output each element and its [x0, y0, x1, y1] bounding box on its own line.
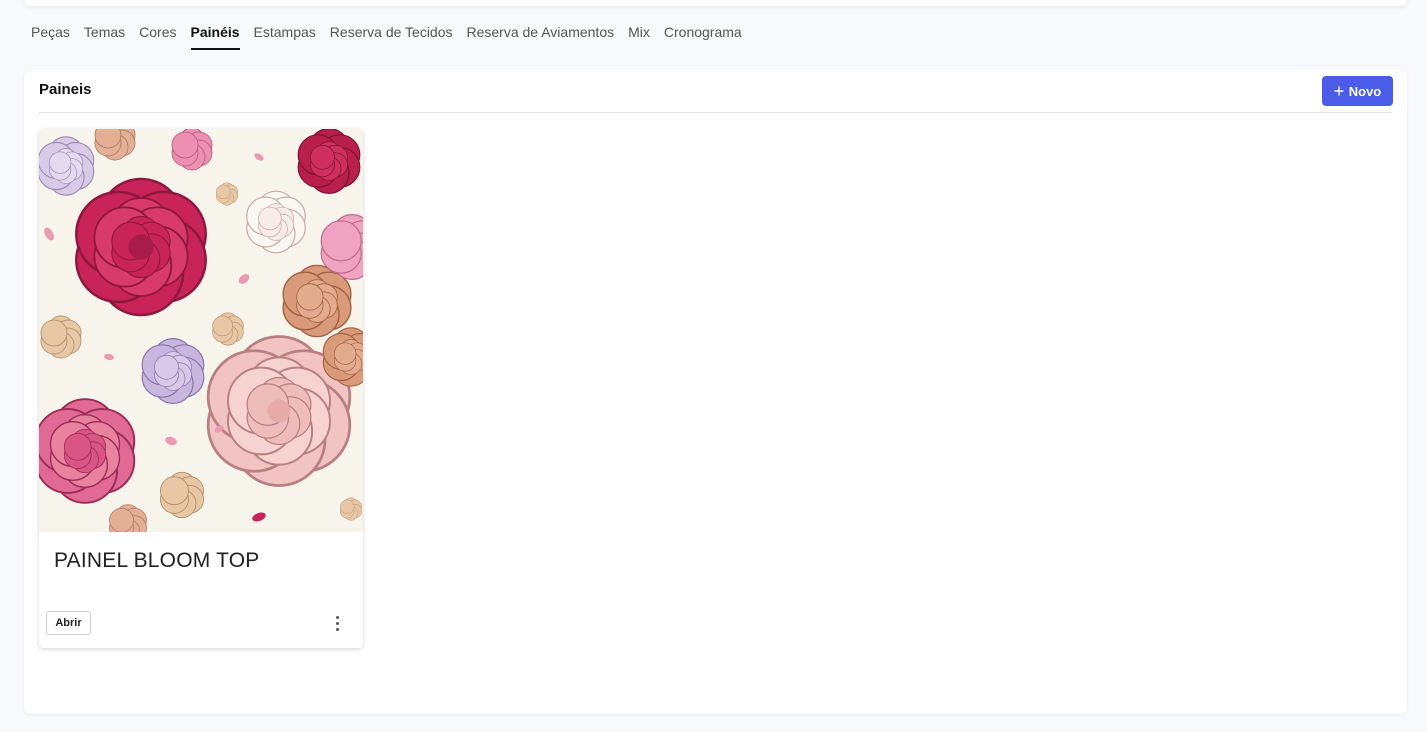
card-title: PAINEL BLOOM TOP: [54, 549, 260, 572]
panel-title: Paineis: [39, 81, 92, 98]
new-button-label: Novo: [1348, 83, 1382, 99]
top-bar: [24, 0, 1407, 6]
tab-paineis[interactable]: Painéis: [190, 22, 240, 50]
tab-mix[interactable]: Mix: [628, 22, 650, 48]
tab-estampas[interactable]: Estampas: [254, 22, 316, 48]
panel-header: Paineis Novo: [39, 70, 1393, 113]
tab-cores[interactable]: Cores: [139, 22, 176, 48]
tab-reserva-de-aviamentos[interactable]: Reserva de Aviamentos: [467, 22, 615, 48]
tab-bar: Peças Temas Cores Painéis Estampas Reser…: [31, 22, 756, 50]
tab-cronograma[interactable]: Cronograma: [664, 22, 742, 48]
floral-pattern-image[interactable]: [39, 129, 363, 532]
painel-card: PAINEL BLOOM TOP Abrir: [39, 129, 363, 648]
new-button[interactable]: Novo: [1322, 76, 1393, 106]
paineis-panel: Paineis Novo PAINEL BLOOM TOP Abrir: [24, 70, 1407, 714]
tab-temas[interactable]: Temas: [84, 22, 125, 48]
tab-reserva-de-tecidos[interactable]: Reserva de Tecidos: [330, 22, 453, 48]
tab-pecas[interactable]: Peças: [31, 22, 70, 48]
open-button[interactable]: Abrir: [46, 611, 91, 635]
plus-icon: [1334, 84, 1344, 99]
more-vertical-icon[interactable]: [327, 612, 347, 634]
